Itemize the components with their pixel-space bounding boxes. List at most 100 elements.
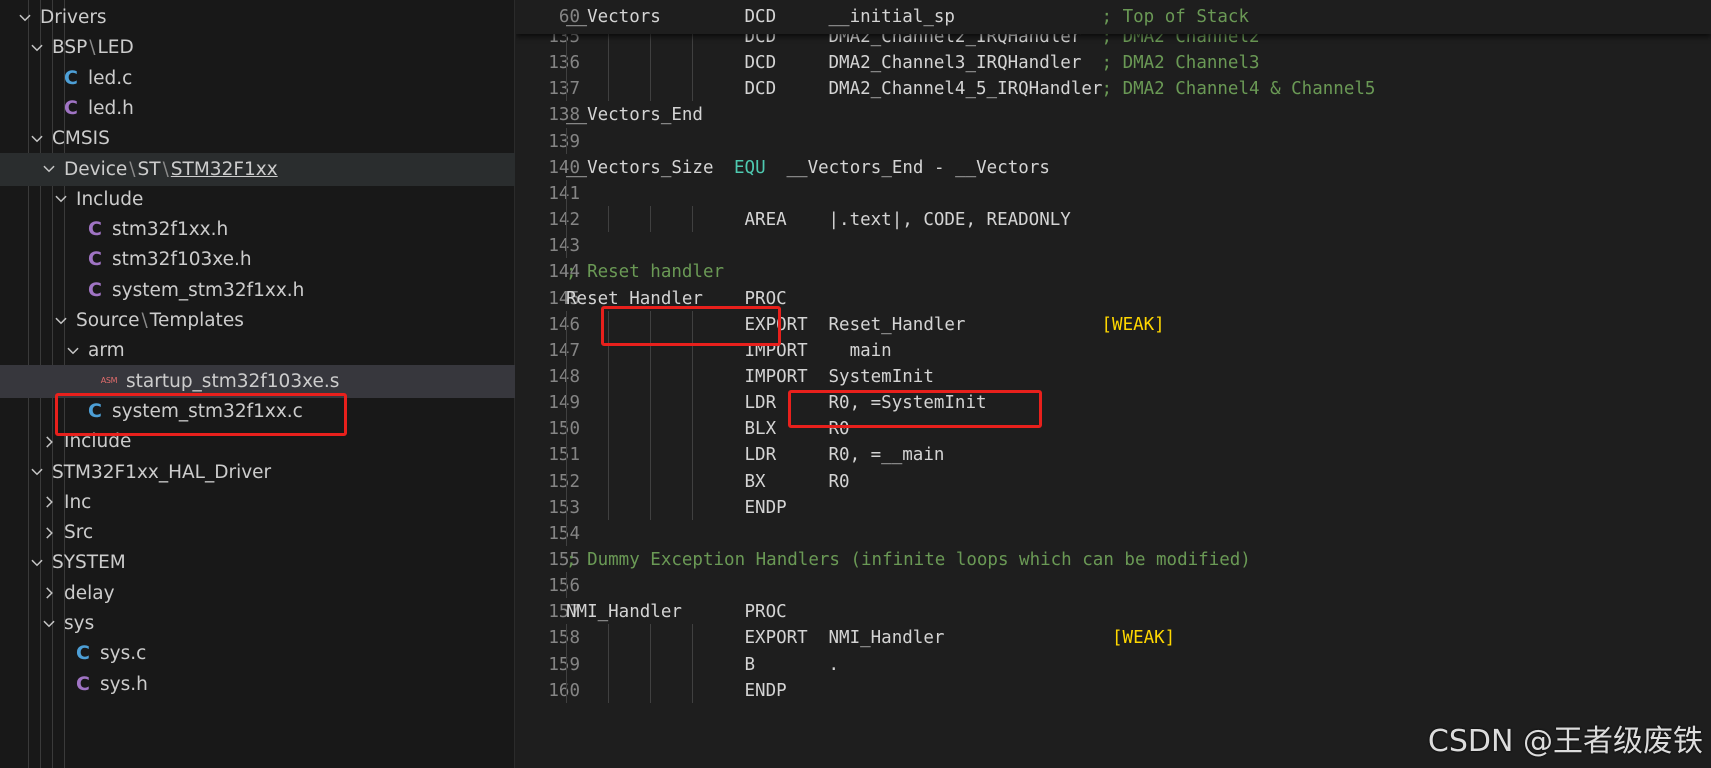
code-line[interactable]: 141 [516, 179, 1711, 209]
tree-item-label: CMSIS [52, 128, 110, 149]
code-line[interactable]: 137 DCD DMA2_Channel4_5_IRQHandler; DMA2 C… [516, 75, 1711, 104]
tree-folder-include[interactable]: Include [0, 183, 515, 216]
indent-guide [608, 362, 609, 390]
code-token: DCD [744, 53, 777, 74]
tree-file-system-stm32f1xx-c[interactable]: Csystem_stm32f1xx.c [0, 395, 515, 428]
indent-guide [566, 206, 567, 233]
path-segment: led.c [88, 67, 133, 89]
indent-guide [692, 336, 693, 363]
path-segment: STM32F1xx_HAL_Driver [52, 461, 272, 483]
line-number: 154 [548, 523, 580, 544]
tree-item-label: arm [88, 340, 125, 361]
code-line[interactable]: 156 [516, 572, 1711, 601]
indent-guide [608, 415, 609, 442]
code-line[interactable]: 154 [516, 519, 1711, 549]
tree-folder-led[interactable]: BSP \ LED [0, 31, 515, 64]
code-line[interactable]: 152 BX R0 [516, 467, 1711, 497]
path-segment: stm32f103xe.h [112, 249, 252, 271]
c-header-icon: C [88, 248, 102, 271]
tree-folder-stm32f1xx-hal-driver[interactable]: STM32F1xx_HAL_Driver [0, 456, 515, 489]
chevron-right-icon[interactable] [40, 524, 58, 542]
indent-guide [650, 650, 651, 677]
code-token: [WEAK] [1101, 314, 1165, 335]
code-line[interactable]: 140 __Vectors_Size EQU __Vectors_End - __Ve… [516, 154, 1711, 183]
code-line[interactable]: 153 ENDP [516, 493, 1711, 523]
chevron-down-icon[interactable] [40, 615, 58, 633]
chevron-down-icon[interactable] [64, 342, 82, 360]
code-line[interactable]: 144; Reset handler [516, 258, 1711, 287]
line-number: 142 [548, 210, 580, 231]
code-token: BX [744, 471, 766, 492]
code-line[interactable]: 145 Reset_Handler PROC [516, 285, 1711, 314]
code-line[interactable]: 146 EXPORT Reset_Handler [WEAK] [516, 310, 1711, 340]
code-line[interactable]: 139 [516, 127, 1711, 157]
indent-guide [650, 206, 651, 233]
indent-guide [566, 676, 567, 703]
indent-guide [566, 572, 567, 599]
code-token: EXPORT [744, 628, 808, 649]
chevron-down-icon[interactable] [28, 554, 46, 572]
code-token: ENDP [744, 497, 787, 518]
tree-item-label: BSP \ LED [52, 37, 134, 58]
code-line[interactable]: 150 BLX R0 [516, 415, 1711, 444]
code-line[interactable]: 151 LDR R0, =__main [516, 441, 1711, 470]
code-line[interactable]: 136 DCD DMA2_Channel3_IRQHandler ; DMA2 Cha… [516, 49, 1711, 78]
code-line[interactable]: 148 IMPORT SystemInit [516, 362, 1711, 392]
code-line[interactable]: 160 ENDP [516, 676, 1711, 706]
indent-guide [692, 676, 693, 703]
chevron-right-icon[interactable] [40, 433, 58, 451]
tree-folder-templates[interactable]: Source \ Templates [0, 304, 515, 337]
tree-folder-include[interactable]: Include [0, 425, 515, 458]
code-token: LDR [744, 393, 777, 414]
chevron-down-icon[interactable] [16, 9, 34, 27]
tree-file-led-c[interactable]: Cled.c [0, 62, 515, 95]
indent-guide [566, 415, 567, 442]
tree-item-label: Src [64, 522, 93, 543]
code-line[interactable]: 149 LDR R0, =SystemInit [516, 389, 1711, 418]
tree-folder-arm[interactable]: arm [0, 334, 515, 367]
chevron-down-icon[interactable] [40, 160, 58, 178]
code-token: DCD [744, 7, 777, 27]
chevron-right-icon[interactable] [40, 493, 58, 511]
code-line[interactable]: 138 __Vectors_End [516, 101, 1711, 130]
tree-folder-cmsis[interactable]: CMSIS [0, 122, 515, 155]
line-number: 150 [548, 419, 580, 440]
line-number: 160 [548, 680, 580, 701]
path-segment: sys.c [100, 643, 147, 665]
tree-file-startup-stm32f103xe-s[interactable]: ASM startup_stm32f103xe.s [0, 364, 515, 398]
chevron-down-icon[interactable] [28, 463, 46, 481]
chevron-down-icon[interactable] [28, 39, 46, 57]
code-line[interactable]: 157 NMI_Handler PROC [516, 598, 1711, 627]
tree-file-sys-h[interactable]: Csys.h [0, 668, 515, 701]
tree-file-stm32f103xe-h[interactable]: Cstm32f103xe.h [0, 243, 515, 276]
code-line[interactable]: 142 AREA |.text|, CODE, READONLY [516, 206, 1711, 235]
tree-file-sys-c[interactable]: Csys.c [0, 637, 515, 670]
code-editor[interactable]: 60 __Vectors DCD __initial_sp; Top of Stack… [516, 0, 1711, 768]
tree-file-stm32f1xx-h[interactable]: Cstm32f1xx.h [0, 213, 515, 246]
chevron-down-icon[interactable] [52, 312, 70, 330]
code-line[interactable]: 158 EXPORT NMI_Handler [WEAK] [516, 624, 1711, 653]
line-number: 159 [548, 654, 580, 675]
tree-folder-delay[interactable]: delay [0, 577, 515, 610]
chevron-down-icon[interactable] [28, 130, 46, 148]
tree-folder-stm32f1xx[interactable]: Device \ ST \ STM32F1xx [0, 152, 515, 186]
tree-folder-system[interactable]: SYSTEM [0, 546, 515, 579]
tree-file-system-stm32f1xx-h[interactable]: Csystem_stm32f1xx.h [0, 274, 515, 307]
tree-item-label: led.c [88, 68, 132, 89]
code-line[interactable]: 159 B. [516, 650, 1711, 680]
code-line[interactable]: 155; Dummy Exception Handlers (infinite … [516, 546, 1711, 575]
tree-folder-drivers[interactable]: Drivers [0, 1, 515, 34]
tree-file-led-h[interactable]: Cled.h [0, 92, 515, 125]
code-line[interactable]: 60 __Vectors DCD __initial_sp; Top of Stack [516, 3, 1711, 32]
chevron-down-icon[interactable] [52, 190, 70, 208]
tree-item-label: sys [64, 613, 94, 634]
code-line[interactable]: 147 IMPORT main [516, 336, 1711, 366]
code-line[interactable]: 143 [516, 232, 1711, 261]
indent-guide [566, 310, 567, 337]
tree-folder-inc[interactable]: Inc [0, 486, 515, 519]
sticky-scroll-header[interactable]: 60 __Vectors DCD __initial_sp; Top of Stack [516, 0, 1711, 34]
chevron-right-icon[interactable] [40, 584, 58, 602]
tree-folder-src[interactable]: Src [0, 516, 515, 549]
tree-folder-sys[interactable]: sys [0, 607, 515, 640]
tree-item-label: Inc [64, 492, 91, 513]
